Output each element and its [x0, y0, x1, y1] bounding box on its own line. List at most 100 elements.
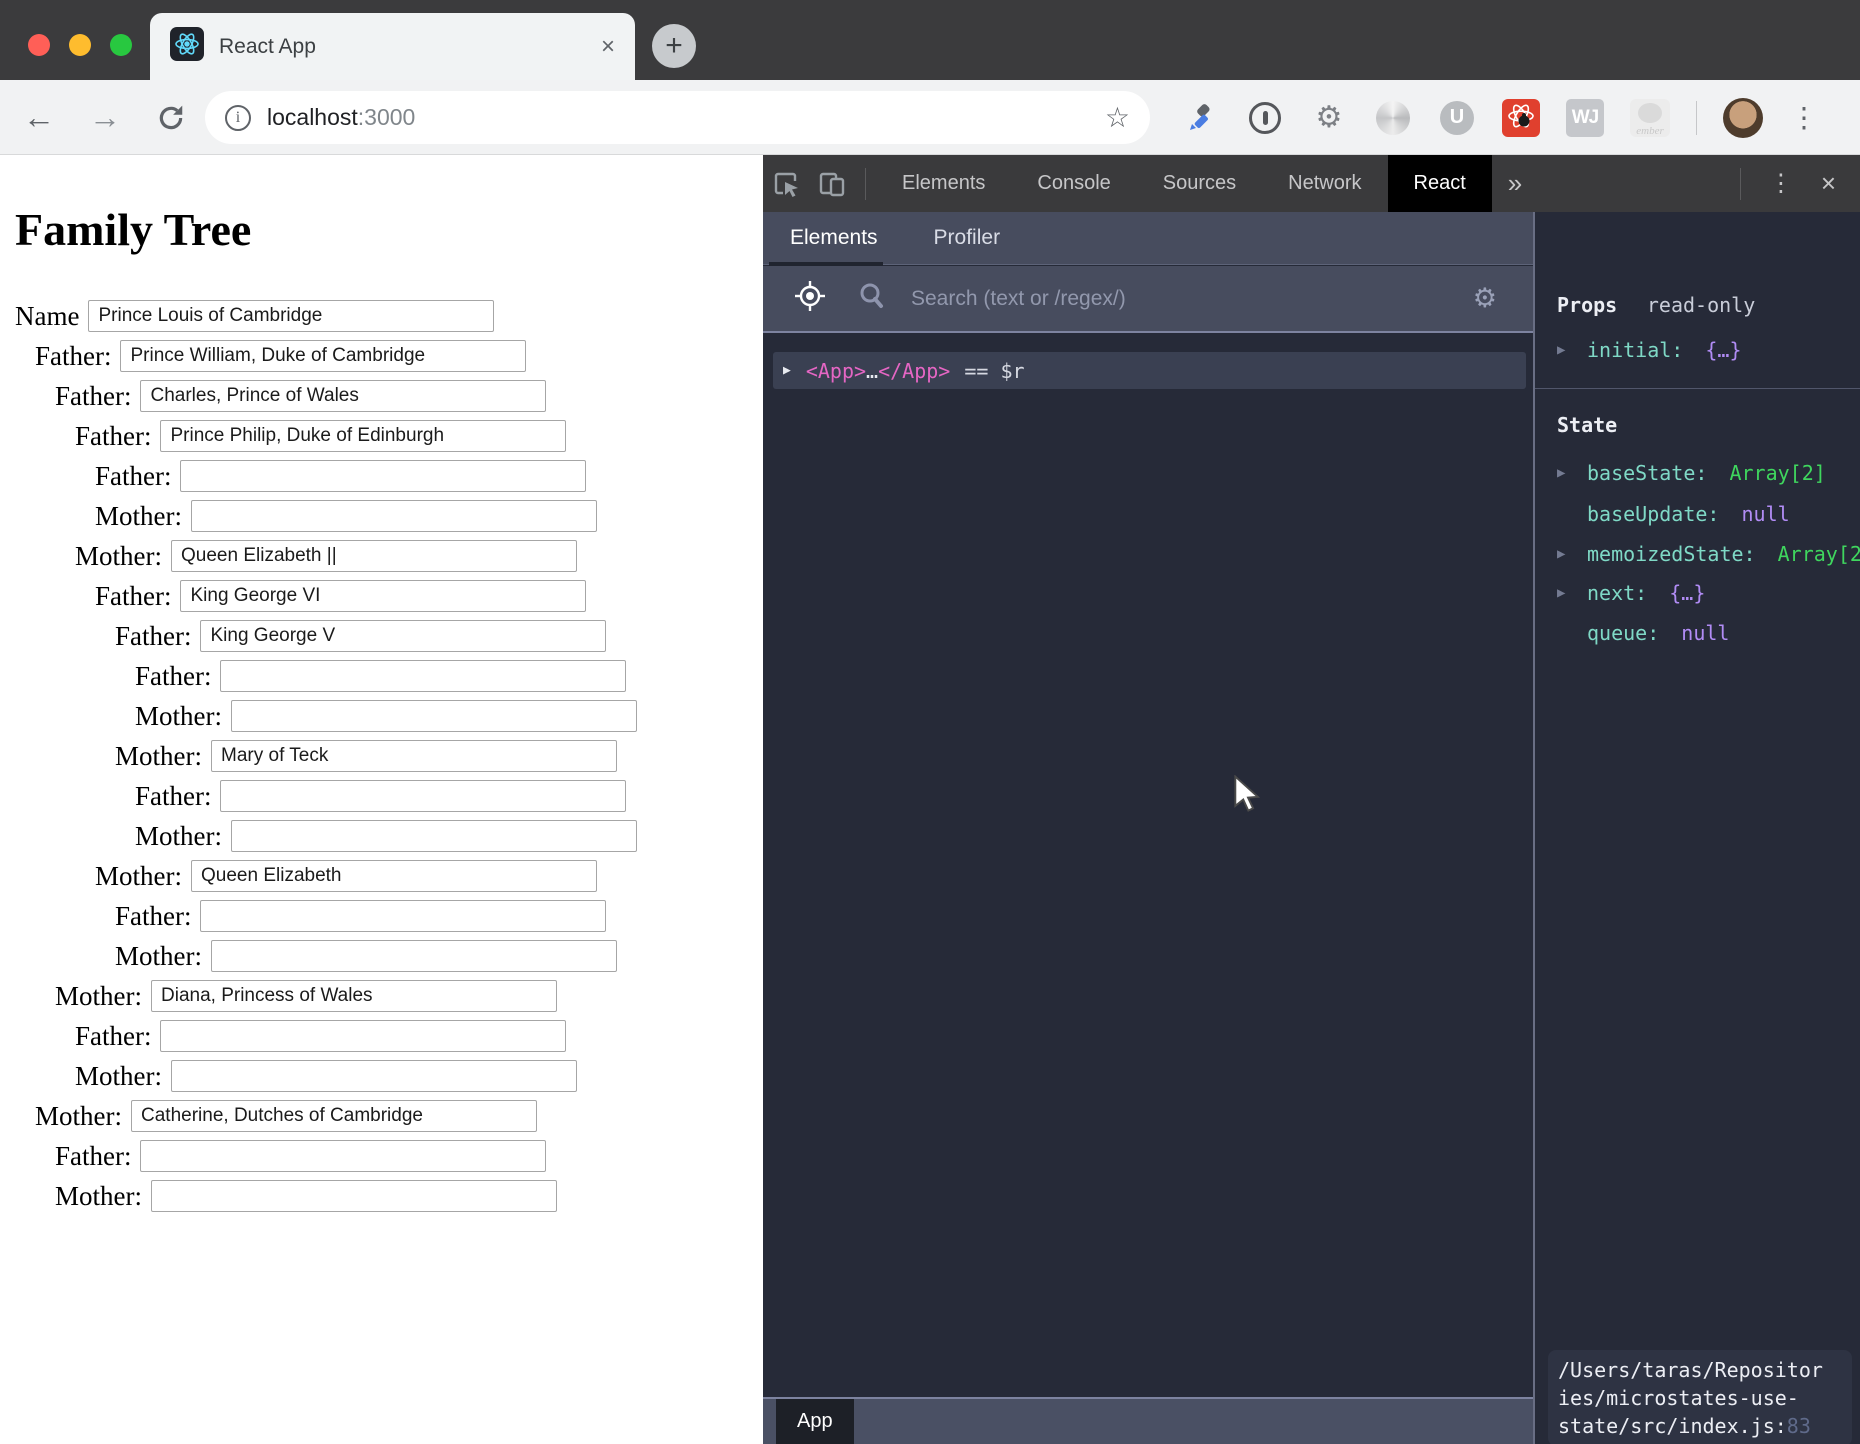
select-element-target-icon[interactable]	[793, 279, 827, 318]
equals-sign: ==	[964, 359, 988, 383]
new-tab-button[interactable]: +	[652, 24, 696, 68]
wj-extension-icon[interactable]: WJ	[1566, 99, 1604, 137]
tab-title: React App	[219, 35, 586, 59]
relation-input[interactable]	[131, 1100, 537, 1132]
relation-label: Father:	[115, 901, 191, 932]
relation-input[interactable]	[231, 820, 637, 852]
form-row: Father:	[0, 460, 763, 492]
search-input[interactable]	[911, 287, 1473, 311]
device-toolbar-icon[interactable]	[809, 155, 855, 212]
tab-close-icon[interactable]: ×	[601, 35, 615, 59]
state-row-baseupdate[interactable]: baseUpdate: null	[1535, 499, 1860, 529]
disclosure-triangle-icon[interactable]: ▶	[1557, 578, 1565, 608]
react-search-bar: ⚙	[763, 266, 1533, 333]
relation-input[interactable]	[180, 460, 586, 492]
window-zoom-button[interactable]	[110, 34, 132, 56]
ember-extension-icon[interactable]: ember	[1630, 99, 1670, 137]
relation-label: Mother:	[75, 541, 162, 572]
relation-label: Father:	[95, 461, 171, 492]
relation-label: Father:	[135, 661, 211, 692]
state-row-next[interactable]: ▶ next: {…}	[1535, 578, 1860, 608]
toolbar-divider	[1696, 101, 1697, 135]
react-tab-profiler[interactable]: Profiler	[934, 226, 1001, 250]
relation-input[interactable]	[200, 900, 606, 932]
devtools-close-icon[interactable]: ×	[1811, 168, 1846, 199]
relation-input[interactable]	[220, 660, 626, 692]
react-devtools-right-pane: Props read-only ▶ initial: {…} State ▶ b…	[1533, 212, 1860, 1444]
adblock-gear-extension-icon[interactable]: ⚙	[1310, 99, 1348, 137]
devtools-tab-sources[interactable]: Sources	[1137, 155, 1262, 212]
relation-input[interactable]	[211, 740, 617, 772]
window-titlebar: React App × +	[0, 0, 1860, 80]
relation-input[interactable]	[160, 420, 566, 452]
relation-input[interactable]	[191, 500, 597, 532]
name-label: Name	[15, 301, 79, 332]
form-row: Father:	[0, 620, 763, 652]
state-row-memoizedstate[interactable]: ▶ memoizedState: Array[2]	[1535, 539, 1860, 569]
source-location-link[interactable]: /Users/taras/Repositor ies/microstates-u…	[1548, 1350, 1852, 1444]
reload-button[interactable]	[146, 80, 196, 155]
inspect-element-icon[interactable]	[763, 155, 809, 212]
devtools-menu-icon[interactable]: ⋮	[1755, 169, 1807, 198]
back-button[interactable]: ←	[14, 80, 64, 155]
ublock-extension-icon[interactable]: U	[1438, 99, 1476, 137]
eyedropper-extension-icon[interactable]	[1182, 99, 1220, 137]
devtools-tab-console[interactable]: Console	[1011, 155, 1136, 212]
relation-input[interactable]	[231, 700, 637, 732]
browser-menu-icon[interactable]: ⋮	[1789, 101, 1819, 134]
relation-input[interactable]	[120, 340, 526, 372]
browser-tab[interactable]: React App ×	[150, 13, 635, 80]
devtools-tab-network[interactable]: Network	[1262, 155, 1387, 212]
disclosure-triangle-icon[interactable]: ▶	[1557, 539, 1565, 569]
open-tag: <App>	[806, 359, 866, 383]
relation-label: Mother:	[95, 501, 182, 532]
form-row: Mother:	[0, 820, 763, 852]
onepassword-extension-icon[interactable]	[1246, 99, 1284, 137]
react-tab-elements[interactable]: Elements	[790, 226, 878, 250]
state-row-queue[interactable]: queue: null	[1535, 618, 1860, 648]
relation-input[interactable]	[151, 1180, 557, 1212]
relation-input[interactable]	[171, 1060, 577, 1092]
relation-input[interactable]	[171, 540, 577, 572]
disclosure-triangle-icon[interactable]: ▶	[1557, 335, 1565, 365]
disclosure-triangle-icon[interactable]: ▶	[1557, 458, 1565, 488]
relation-input[interactable]	[211, 940, 617, 972]
component-tree-row-app[interactable]: ▶ <App> … </App> == $r	[773, 352, 1526, 389]
relation-input[interactable]	[140, 1140, 546, 1172]
window-minimize-button[interactable]	[69, 34, 91, 56]
extensions-row: ⚙ U WJ ember ⋮	[1182, 80, 1819, 155]
settings-gear-icon[interactable]: ⚙	[1473, 283, 1497, 314]
state-header: State	[1557, 413, 1617, 437]
breadcrumb-app[interactable]: App	[776, 1399, 854, 1444]
relation-label: Father:	[95, 581, 171, 612]
swirl-extension-icon[interactable]	[1374, 99, 1412, 137]
state-row-basestate[interactable]: ▶ baseState: Array[2]	[1535, 458, 1860, 488]
prop-row-initial[interactable]: ▶ initial: {…}	[1535, 335, 1860, 365]
search-icon	[857, 281, 887, 316]
devtools-tab-elements[interactable]: Elements	[876, 155, 1011, 212]
relation-input[interactable]	[160, 1020, 566, 1052]
relation-input[interactable]	[200, 620, 606, 652]
disclosure-triangle-icon[interactable]: ▶	[783, 363, 791, 378]
toolbar-divider	[1740, 168, 1741, 200]
react-devtools-extension-icon[interactable]	[1502, 99, 1540, 137]
address-bar[interactable]: i localhost :3000 ☆	[205, 91, 1150, 144]
props-header: Props read-only	[1557, 293, 1755, 317]
devtools-tab-react[interactable]: React	[1388, 155, 1492, 212]
relation-label: Mother:	[75, 1061, 162, 1092]
profile-avatar[interactable]	[1723, 98, 1763, 138]
site-info-icon[interactable]: i	[225, 105, 251, 131]
name-input[interactable]	[88, 300, 494, 332]
more-tabs-icon[interactable]: »	[1492, 168, 1538, 199]
relation-input[interactable]	[151, 980, 557, 1012]
relation-input[interactable]	[140, 380, 546, 412]
plus-icon: +	[665, 29, 683, 63]
relation-input[interactable]	[180, 580, 586, 612]
relation-input[interactable]	[220, 780, 626, 812]
web-page: Family Tree Name Father: Father: Father:…	[0, 155, 763, 1444]
relation-input[interactable]	[191, 860, 597, 892]
window-close-button[interactable]	[28, 34, 50, 56]
relation-label: Father:	[115, 621, 191, 652]
forward-button[interactable]: →	[80, 80, 130, 155]
bookmark-star-icon[interactable]: ☆	[1105, 101, 1130, 134]
